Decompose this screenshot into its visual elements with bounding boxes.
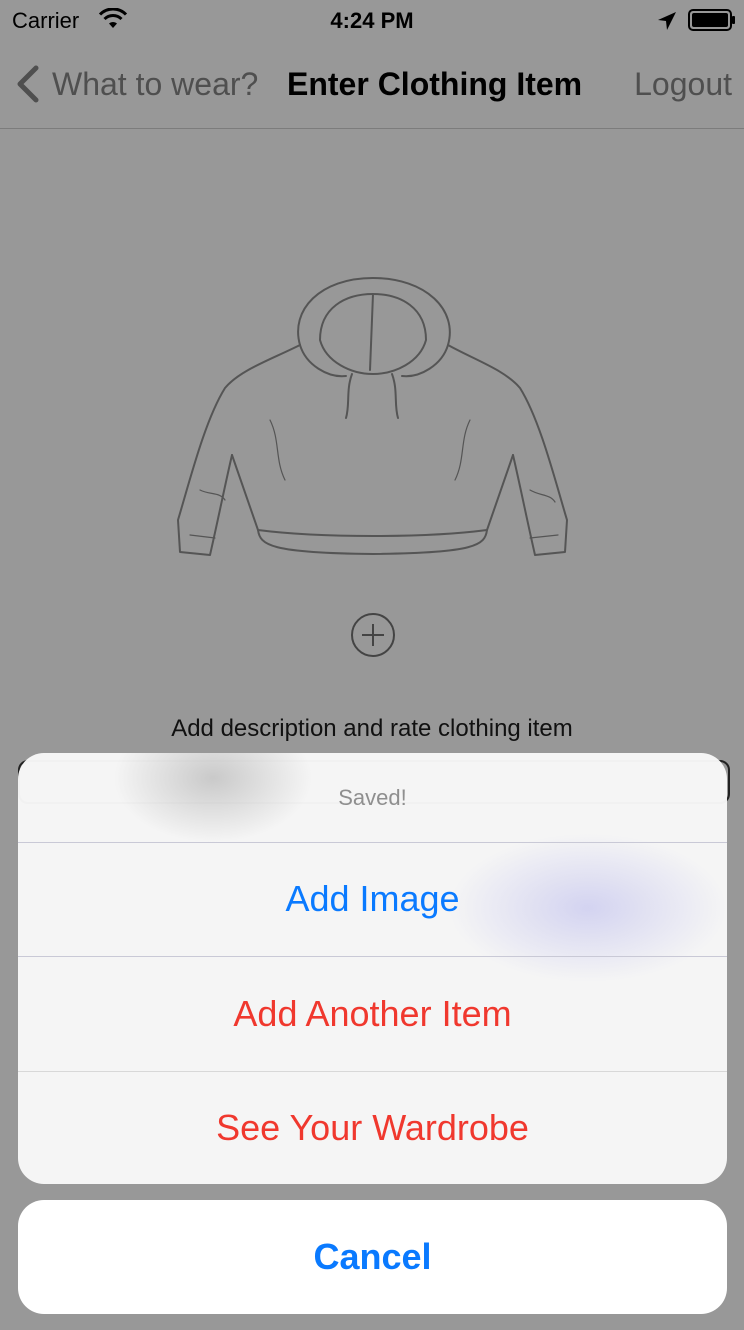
back-button-label: What to wear? bbox=[52, 65, 259, 102]
battery-icon bbox=[688, 9, 735, 31]
hoodie-icon[interactable] bbox=[170, 270, 575, 565]
logout-button[interactable]: Logout bbox=[634, 66, 732, 103]
status-bar: Carrier 4:24 PM bbox=[0, 0, 744, 40]
clock: 4:24 PM bbox=[330, 8, 414, 33]
location-arrow-icon bbox=[658, 12, 676, 30]
action-sheet-title: Saved! bbox=[18, 753, 727, 843]
back-button[interactable]: What to wear? bbox=[12, 62, 258, 106]
add-another-item-button[interactable]: Add Another Item bbox=[18, 957, 727, 1072]
navigation-bar: What to wear? Enter Clothing Item Logout bbox=[0, 40, 744, 129]
see-wardrobe-button[interactable]: See Your Wardrobe bbox=[18, 1071, 727, 1184]
page-title: Enter Clothing Item bbox=[287, 66, 583, 102]
plus-circle-icon[interactable] bbox=[350, 612, 396, 658]
add-image-button[interactable]: Add Image bbox=[18, 842, 727, 957]
description-label: Add description and rate clothing item bbox=[171, 715, 573, 742]
cancel-button[interactable]: Cancel bbox=[18, 1200, 727, 1314]
chevron-left-icon bbox=[17, 65, 39, 103]
action-sheet: Saved! Add Image Add Another Item See Yo… bbox=[18, 753, 727, 1184]
